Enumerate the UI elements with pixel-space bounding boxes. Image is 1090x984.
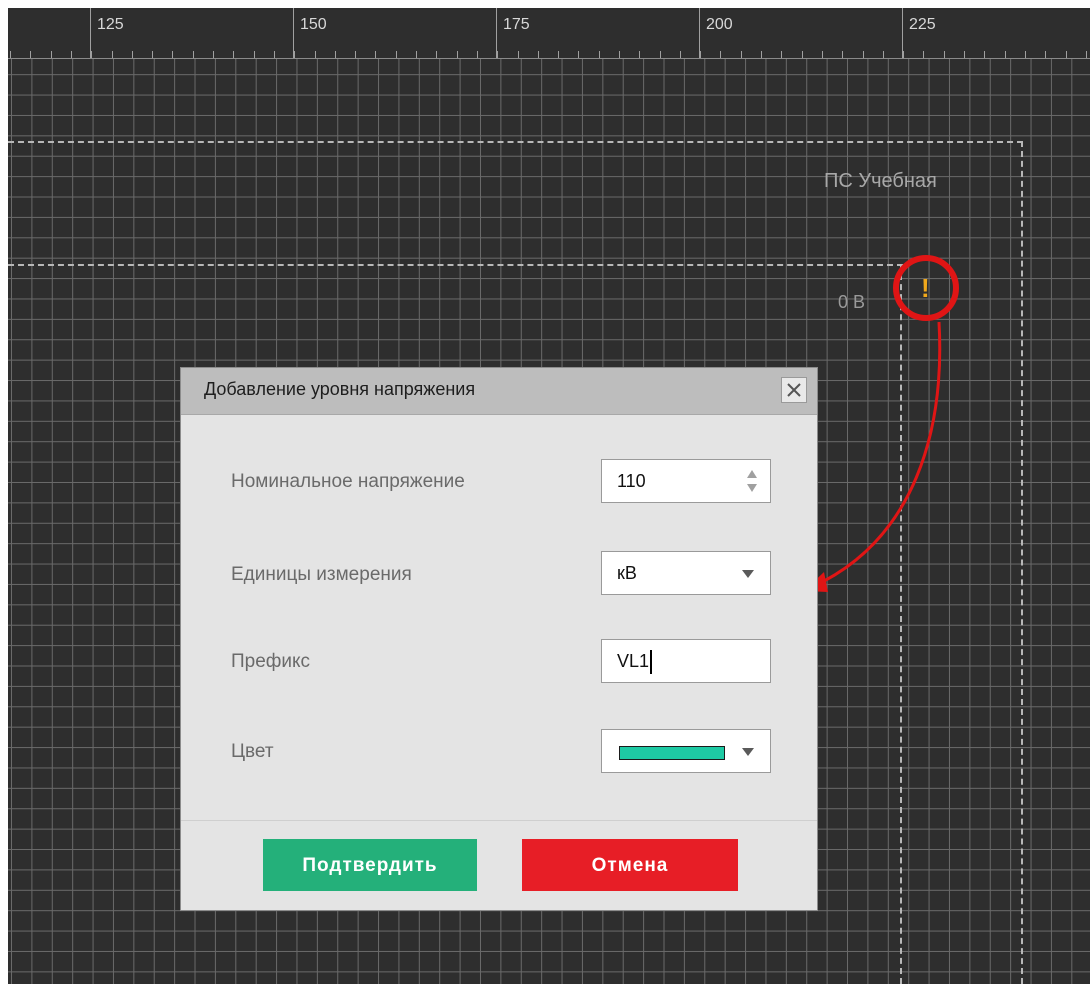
cancel-button[interactable]: Отмена [522, 839, 738, 891]
ruler-minor-tick [863, 51, 864, 58]
ruler-minor-tick [355, 51, 356, 58]
ruler-minor-tick [112, 51, 113, 58]
ruler-minor-tick [213, 51, 214, 58]
horizontal-ruler: 125 150 175 200 225 [8, 8, 1090, 59]
nominal-voltage-stepper[interactable]: 110 [601, 459, 771, 503]
spin-down-icon[interactable] [747, 484, 757, 492]
ruler-minor-tick [477, 51, 478, 58]
confirm-button[interactable]: Подтвердить [263, 839, 477, 891]
ruler-minor-tick [700, 51, 701, 58]
ruler-minor-tick [842, 51, 843, 58]
close-button[interactable] [781, 377, 807, 403]
ruler-minor-tick [30, 51, 31, 58]
footer-divider [181, 820, 817, 821]
substation-label[interactable]: ПС Учебная [824, 170, 937, 193]
ruler-minor-tick [1005, 51, 1006, 58]
ruler-label-125: 125 [97, 16, 124, 33]
ruler-minor-tick [903, 51, 904, 58]
prefix-label: Префикс [231, 651, 311, 672]
ruler-minor-tick [71, 51, 72, 58]
ruler-minor-tick [91, 51, 92, 58]
ruler-minor-tick [923, 51, 924, 58]
text-cursor [650, 650, 652, 674]
ruler-minor-tick [416, 51, 417, 58]
ruler-minor-tick [10, 51, 11, 58]
ruler-label-225: 225 [909, 16, 936, 33]
ruler-minor-tick [984, 51, 985, 58]
ruler-label-200: 200 [706, 16, 733, 33]
units-label: Единицы измерения [231, 564, 412, 585]
ruler-minor-tick [1066, 51, 1067, 58]
ruler-minor-tick [274, 51, 275, 58]
ruler-minor-tick [497, 51, 498, 58]
dialog-title: Добавление уровня напряжения [204, 379, 476, 399]
ruler-label-175: 175 [503, 16, 530, 33]
color-swatch [619, 746, 725, 760]
ruler-minor-tick [741, 51, 742, 58]
ruler-minor-tick [1086, 51, 1087, 58]
ruler-minor-tick [660, 51, 661, 58]
substation-boundary-right [1021, 141, 1023, 984]
ruler-minor-tick [680, 51, 681, 58]
color-picker[interactable] [601, 729, 771, 773]
ruler-minor-tick [375, 51, 376, 58]
ruler-minor-tick [538, 51, 539, 58]
ruler-minor-tick [152, 51, 153, 58]
ruler-minor-tick [1045, 51, 1046, 58]
ruler-minor-tick [944, 51, 945, 58]
ruler-minor-tick [964, 51, 965, 58]
voltage-level-label[interactable]: 0 В [838, 292, 865, 313]
ruler-minor-tick [639, 51, 640, 58]
ruler-minor-tick [294, 51, 295, 58]
warning-icon[interactable]: ! [921, 273, 930, 304]
ruler-minor-tick [518, 51, 519, 58]
ruler-minor-tick [436, 51, 437, 58]
ruler-minor-tick [720, 51, 721, 58]
ruler-minor-tick [132, 51, 133, 58]
spin-up-icon[interactable] [747, 470, 757, 478]
ruler-minor-tick [619, 51, 620, 58]
ruler-minor-tick [233, 51, 234, 58]
ruler-minor-tick [193, 51, 194, 58]
ruler-minor-tick [578, 51, 579, 58]
close-icon [787, 383, 801, 397]
ruler-minor-tick [172, 51, 173, 58]
chevron-down-icon [742, 748, 754, 756]
add-voltage-level-dialog: Добавление уровня напряжения Номинальное… [180, 367, 818, 911]
ruler-minor-tick [457, 51, 458, 58]
ruler-minor-tick [883, 51, 884, 58]
ruler-minor-tick [761, 51, 762, 58]
prefix-value: VL1 [617, 651, 650, 671]
ruler-minor-tick [254, 51, 255, 58]
chevron-down-icon [742, 570, 754, 578]
voltage-level-boundary-right [900, 264, 902, 984]
ruler-minor-tick [599, 51, 600, 58]
color-label: Цвет [231, 741, 274, 762]
ruler-minor-tick [335, 51, 336, 58]
ruler-minor-tick [558, 51, 559, 58]
units-select[interactable]: кВ [601, 551, 771, 595]
ruler-label-150: 150 [300, 16, 327, 33]
ruler-minor-tick [802, 51, 803, 58]
substation-boundary-top [8, 141, 1023, 143]
nominal-voltage-value: 110 [617, 471, 646, 491]
prefix-input[interactable]: VL1 [601, 639, 771, 683]
nominal-voltage-label: Номинальное напряжение [231, 471, 465, 492]
voltage-level-boundary-top [8, 264, 903, 266]
ruler-minor-tick [781, 51, 782, 58]
ruler-minor-tick [822, 51, 823, 58]
units-value: кВ [617, 563, 637, 583]
dialog-titlebar[interactable]: Добавление уровня напряжения [181, 368, 817, 415]
ruler-minor-tick [396, 51, 397, 58]
ruler-minor-tick [51, 51, 52, 58]
ruler-minor-tick [315, 51, 316, 58]
ruler-minor-tick [1025, 51, 1026, 58]
